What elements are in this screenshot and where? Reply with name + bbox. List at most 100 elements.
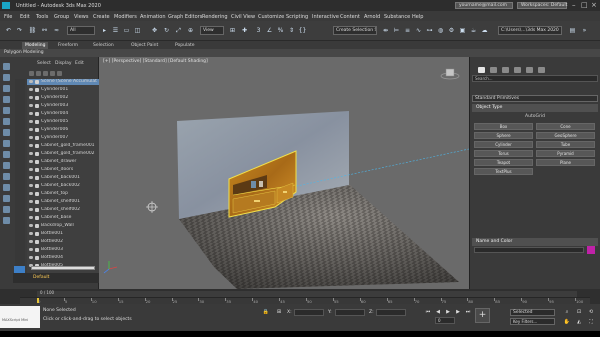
motion-tab-icon[interactable]: [514, 67, 521, 73]
motion-icon[interactable]: [3, 96, 10, 103]
maxscript-listener[interactable]: MAXScript Mini: [0, 306, 40, 328]
scene-object-list[interactable]: Scene (Scene Accumulating) Cylinder001 Cyl…: [27, 79, 99, 279]
list-item[interactable]: Cabinet_back001: [27, 175, 99, 181]
list-item[interactable]: Cabinet_shelf001: [27, 199, 99, 205]
close-icon[interactable]: ×: [591, 1, 597, 9]
visibility-icon[interactable]: [29, 80, 33, 83]
teapot-button[interactable]: Teapot: [474, 159, 533, 166]
current-frame-marker[interactable]: [37, 298, 39, 303]
go-to-start-icon[interactable]: ⏮: [424, 309, 432, 316]
torus-button[interactable]: Torus: [474, 150, 533, 157]
material-editor-icon[interactable]: ◍: [436, 26, 445, 35]
create-tab-icon[interactable]: [478, 67, 485, 73]
list-item[interactable]: Cylinder006: [27, 127, 99, 133]
list-item[interactable]: Bottle002: [27, 239, 99, 245]
menu-views[interactable]: Views: [74, 14, 88, 20]
schematic-view-icon[interactable]: ⊶: [425, 26, 434, 35]
maximize-icon[interactable]: □: [581, 1, 588, 9]
menu-customize[interactable]: Customize: [258, 14, 284, 20]
cylinder-button[interactable]: Cylinder: [474, 141, 533, 148]
list-item[interactable]: Scene (Scene Accumulating): [27, 79, 99, 85]
menu-animation[interactable]: Animation: [140, 14, 166, 20]
utilities-icon[interactable]: [3, 118, 10, 125]
visibility-icon[interactable]: [29, 184, 33, 187]
display-tab-icon[interactable]: [526, 67, 533, 73]
list-item[interactable]: Bottle003: [27, 247, 99, 253]
visibility-icon[interactable]: [29, 208, 33, 211]
toggle-layer-icon[interactable]: ≡: [403, 26, 412, 35]
toolbar-overflow-icon[interactable]: »: [580, 26, 589, 35]
box-button[interactable]: Box: [474, 123, 533, 130]
visibility-icon[interactable]: [29, 224, 33, 227]
find-icon[interactable]: [3, 151, 10, 158]
menu-interactive[interactable]: Interactive: [312, 14, 339, 20]
render-cloud-icon[interactable]: ☁: [480, 26, 489, 35]
visibility-icon[interactable]: [29, 88, 33, 91]
geosphere-button[interactable]: GeoSphere: [536, 132, 595, 139]
orbit-icon[interactable]: ⟲: [587, 309, 595, 316]
filter-cameras-icon[interactable]: [50, 71, 55, 76]
object-type-rollout[interactable]: Object Type: [472, 104, 598, 112]
scale-icon[interactable]: ⤢: [174, 26, 183, 35]
visibility-icon[interactable]: [29, 104, 33, 107]
visibility-icon[interactable]: [29, 120, 33, 123]
list-item[interactable]: Cabinet_drawer: [27, 159, 99, 165]
freeze-icon[interactable]: [3, 184, 10, 191]
explorer-tab-display[interactable]: Display: [55, 61, 72, 66]
selection-filter-dropdown[interactable]: All: [67, 26, 95, 35]
visibility-icon[interactable]: [29, 144, 33, 147]
rotate-icon[interactable]: ↻: [162, 26, 171, 35]
user-account-button[interactable]: yourname@mail.com: [455, 2, 513, 9]
menu-file[interactable]: File: [4, 14, 12, 20]
spinner-snap-icon[interactable]: ⇕: [287, 26, 296, 35]
angle-snap-icon[interactable]: ∠: [265, 26, 274, 35]
visibility-icon[interactable]: [29, 248, 33, 251]
viewport-label[interactable]: [+] [Perspective] [Standard] [Default Sh…: [103, 59, 208, 64]
zoom-icon[interactable]: ⌕: [563, 309, 571, 316]
tab-object-paint[interactable]: Object Paint: [128, 42, 161, 49]
explorer-scrollbar[interactable]: [31, 266, 95, 270]
next-frame-icon[interactable]: ▶: [454, 309, 462, 316]
place-icon[interactable]: ⊕: [186, 26, 195, 35]
list-item[interactable]: Cylinder002: [27, 95, 99, 101]
y-coordinate-field[interactable]: [335, 309, 365, 316]
list-item[interactable]: Cabinet_shelf002: [27, 207, 99, 213]
field-of-view-icon[interactable]: ◭: [575, 319, 583, 326]
select-by-name-icon[interactable]: ☰: [111, 26, 120, 35]
key-filters-button[interactable]: Key Filters...: [510, 318, 555, 325]
render-setup-icon[interactable]: ⚙: [447, 26, 456, 35]
filter-lights-icon[interactable]: [43, 71, 48, 76]
menu-edit[interactable]: Edit: [20, 14, 30, 20]
create-icon[interactable]: [3, 63, 10, 70]
filter-helpers-icon[interactable]: [57, 71, 62, 76]
menu-substance[interactable]: Substance: [384, 14, 410, 20]
perspective-viewport[interactable]: [+] [Perspective] [Standard] [Default Sh…: [99, 57, 469, 289]
visibility-icon[interactable]: [29, 160, 33, 163]
sphere-button[interactable]: Sphere: [474, 132, 533, 139]
light-filter-icon[interactable]: [3, 217, 10, 224]
filter-geometry-icon[interactable]: [29, 71, 34, 76]
visibility-icon[interactable]: [29, 200, 33, 203]
visibility-icon[interactable]: [29, 176, 33, 179]
tube-button[interactable]: Tube: [536, 141, 595, 148]
primitive-category-dropdown[interactable]: Standard Primitives: [472, 95, 598, 102]
list-item[interactable]: Cylinder004: [27, 111, 99, 117]
list-item[interactable]: Cylinder001: [27, 87, 99, 93]
zoom-all-icon[interactable]: ⊡: [575, 309, 583, 316]
tab-freeform[interactable]: Freeform: [55, 42, 81, 49]
tab-selection[interactable]: Selection: [90, 42, 117, 49]
polygon-modeling-label[interactable]: Polygon Modeling: [4, 50, 44, 56]
select-object-icon[interactable]: ▸: [100, 26, 109, 35]
maximize-viewport-icon[interactable]: ⛶: [587, 319, 595, 326]
textplus-button[interactable]: TextPlus: [474, 168, 533, 175]
percent-snap-icon[interactable]: %: [276, 26, 285, 35]
visibility-icon[interactable]: [29, 192, 33, 195]
undo-icon[interactable]: ↶: [4, 26, 13, 35]
pan-icon[interactable]: ✋: [563, 319, 571, 326]
visibility-icon[interactable]: [29, 232, 33, 235]
menu-create[interactable]: Create: [93, 14, 110, 20]
utilities-tab-icon[interactable]: [538, 67, 545, 73]
menu-help[interactable]: Help: [412, 14, 423, 20]
play-icon[interactable]: ▶: [444, 309, 452, 316]
sort-icon[interactable]: [3, 162, 10, 169]
